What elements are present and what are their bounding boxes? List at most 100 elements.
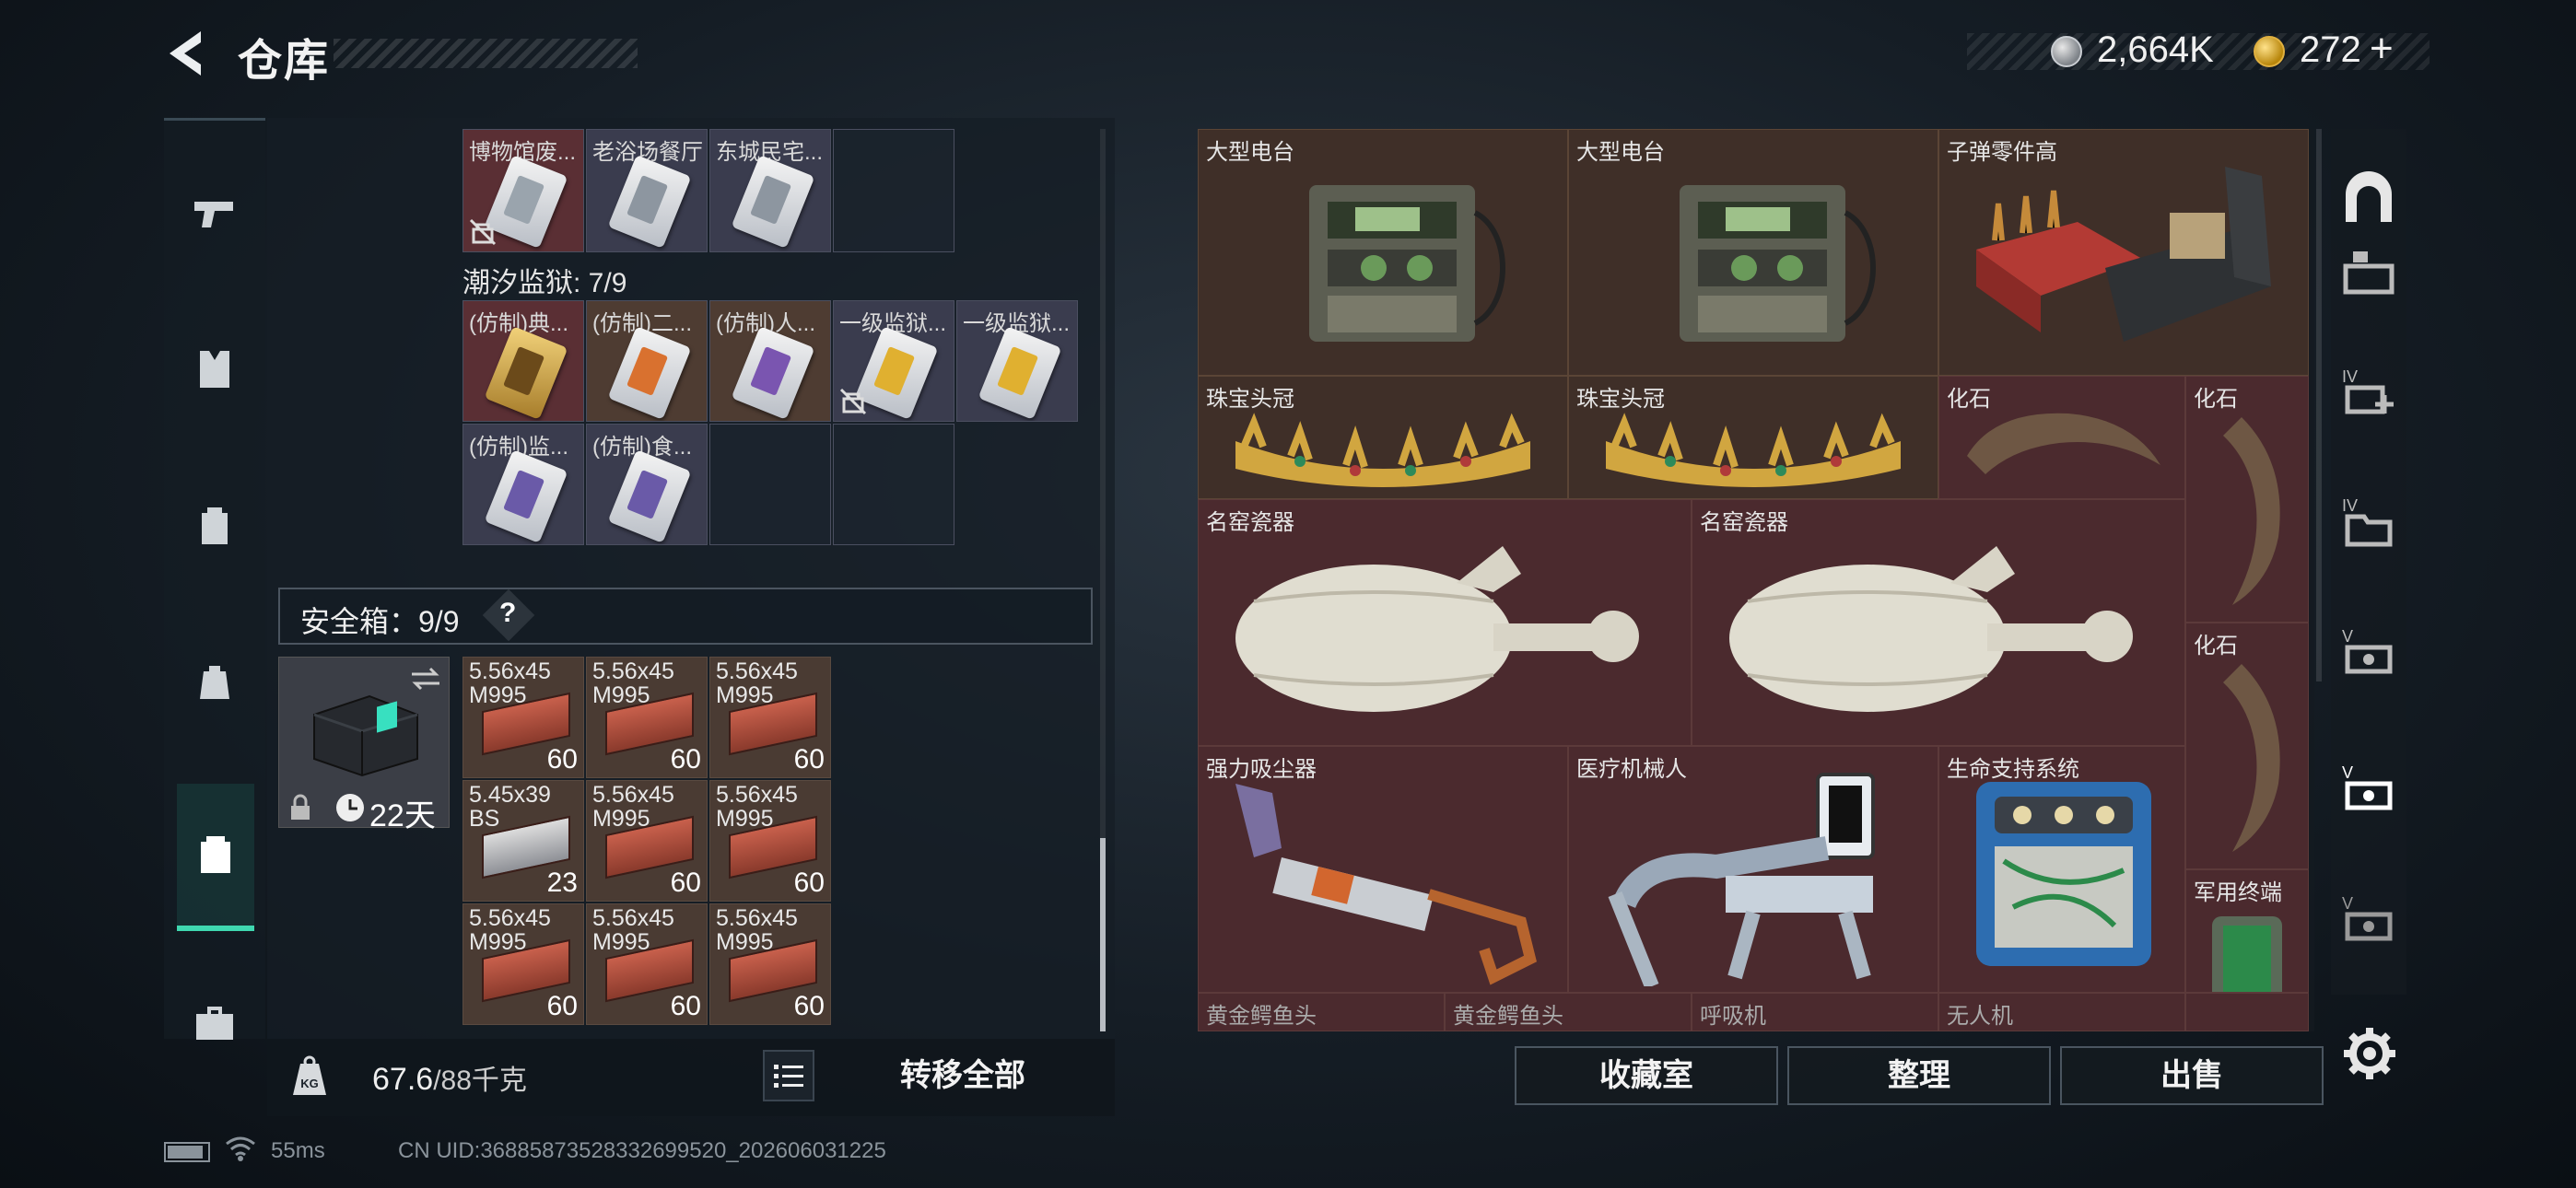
tab-storage-5-alt[interactable]: V: [2336, 886, 2402, 952]
tab-toolbox[interactable]: [164, 949, 265, 1097]
inventory-scrollbar[interactable]: [1100, 838, 1106, 1031]
empty-slot[interactable]: [833, 424, 954, 545]
collection-room-button[interactable]: 收藏室: [1515, 1046, 1778, 1105]
porcelain-vase-icon: [1235, 546, 1639, 712]
keycard-slot[interactable]: 老浴场餐厅: [586, 129, 708, 252]
storage-tab-5-active-icon: V: [2342, 763, 2393, 810]
ammo-slot[interactable]: 5.56x45 M995 60: [709, 903, 831, 1025]
case-duration: 22天: [369, 798, 436, 833]
ammo-slot[interactable]: 5.56x45 M995 60: [709, 780, 831, 902]
stash-item-radio[interactable]: 大型电台: [1568, 129, 1938, 376]
bag-icon: [200, 666, 229, 699]
empty-slot[interactable]: [833, 129, 954, 252]
keycard-slot[interactable]: (仿制)监...: [463, 424, 584, 545]
ammo-count: 60: [670, 991, 701, 1021]
stash-item-ventilator[interactable]: 呼吸机: [1692, 993, 1938, 1031]
keycard-icon: [607, 449, 692, 543]
ammo-count: 60: [546, 991, 578, 1021]
empty-slot[interactable]: [709, 424, 831, 545]
ammo-slot[interactable]: 5.56x45 M995 60: [586, 780, 708, 902]
help-icon[interactable]: ?: [499, 598, 516, 629]
stash-item-fossil[interactable]: 化石: [2185, 623, 2309, 869]
transfer-all-button[interactable]: 转移全部: [866, 1050, 1060, 1101]
ammo-count: 60: [793, 991, 825, 1021]
stash-scrollbar[interactable]: [2316, 129, 2322, 681]
svg-text:KG: KG: [300, 1077, 319, 1090]
gold-coin-icon: [2254, 36, 2285, 67]
tab-safe-case[interactable]: [177, 784, 254, 931]
fossil-claw-icon: [2223, 664, 2280, 852]
tab-storage-4-add[interactable]: IV: [2336, 359, 2402, 425]
svg-text:IV: IV: [2342, 496, 2358, 515]
ammo-caliber: 5.56x45: [469, 658, 551, 684]
tab-storage-1[interactable]: [2336, 239, 2402, 306]
vacuum-cleaner-icon: [1235, 784, 1537, 985]
stash-item-vase[interactable]: 名窑瓷器: [1198, 499, 1692, 746]
list-view-button[interactable]: [763, 1050, 814, 1101]
ammo-type: M995: [469, 929, 527, 955]
stash-item-fossil[interactable]: 化石: [1938, 376, 2185, 499]
clock-icon: [336, 794, 364, 821]
keycard-slot[interactable]: (仿制)人...: [709, 300, 831, 422]
backpack-icon: [202, 507, 228, 544]
tab-backpack[interactable]: [164, 452, 265, 600]
stash-item-medical-robot[interactable]: 医疗机械人: [1568, 746, 1938, 993]
storage-tab-5-icon: V: [2342, 627, 2393, 674]
stash-item-life-support[interactable]: 生命支持系统: [1938, 746, 2185, 993]
sort-button[interactable]: 整理: [1787, 1046, 2051, 1105]
tab-storage-5[interactable]: V: [2336, 619, 2402, 685]
keycard-icon: [731, 155, 815, 249]
ammo-type: M995: [592, 806, 650, 832]
ammo-slot[interactable]: 5.56x45 M995 60: [586, 657, 708, 778]
tab-storage-5-active[interactable]: V: [2336, 755, 2402, 821]
stash-item-crown[interactable]: 珠宝头冠: [1568, 376, 1938, 499]
stash-item-vacuum[interactable]: 强力吸尘器: [1198, 746, 1568, 993]
settings-gear-icon[interactable]: [2340, 1024, 2399, 1083]
carry-weight: 67.6/88千克: [372, 1057, 527, 1098]
keycard-slot[interactable]: 博物馆废...: [463, 129, 584, 252]
svg-text:IV: IV: [2342, 367, 2358, 386]
uid-text: CN UID:36885873528332699520_202606031225: [398, 1138, 886, 1163]
stash-item-radio[interactable]: 大型电台: [1198, 129, 1568, 376]
swap-icon[interactable]: [408, 665, 443, 693]
tab-storage-4[interactable]: IV: [2336, 488, 2402, 554]
ammo-slot[interactable]: 5.56x45 M995 60: [709, 657, 831, 778]
keycard-slot[interactable]: (仿制)食...: [586, 424, 708, 545]
weight-kg-icon: KG: [293, 1055, 326, 1095]
tab-weapons[interactable]: [164, 139, 265, 286]
ammo-slot[interactable]: 5.56x45 M995 60: [463, 657, 584, 778]
stash-item-fossil[interactable]: 化石: [2185, 376, 2309, 623]
tab-armor[interactable]: [164, 296, 265, 443]
gold-keycard-icon: [484, 326, 568, 420]
sell-button[interactable]: 出售: [2060, 1046, 2324, 1105]
keycard-slot[interactable]: (仿制)典...: [463, 300, 584, 422]
stash-item-terminal[interactable]: 军用终端: [2185, 869, 2309, 993]
safe-case-slot[interactable]: 22天: [278, 657, 450, 833]
storage-tab-1-icon: [2343, 251, 2395, 295]
weight-value: 67.6: [372, 1062, 434, 1097]
stash-item-vase[interactable]: 名窑瓷器: [1692, 499, 2185, 746]
stash-item-ammo-parts[interactable]: 子弹零件高: [1938, 129, 2309, 376]
stash-item-croc-head[interactable]: 黄金鳄鱼头: [1445, 993, 1692, 1031]
stash-item-terminal-continued[interactable]: [2185, 993, 2309, 1031]
add-currency-button[interactable]: +: [2370, 26, 2394, 72]
stash-item-croc-head[interactable]: 黄金鳄鱼头: [1198, 993, 1445, 1031]
back-arrow-icon[interactable]: [164, 28, 208, 79]
stash-item-crown[interactable]: 珠宝头冠: [1198, 376, 1568, 499]
stash-item-drone[interactable]: 无人机: [1938, 993, 2185, 1031]
tab-bag[interactable]: [164, 609, 265, 756]
keycard-slot[interactable]: 东城民宅...: [709, 129, 831, 252]
ammo-slot[interactable]: 5.56x45 M995 60: [586, 903, 708, 1025]
tab-vault[interactable]: [2336, 166, 2402, 232]
weight-max: /88千克: [433, 1066, 527, 1096]
ammo-slot[interactable]: 5.56x45 M995 60: [463, 903, 584, 1025]
ammo-caliber: 5.56x45: [716, 905, 798, 931]
keycard-slot[interactable]: 一级监狱...: [956, 300, 1078, 422]
safe-case-icon: [201, 836, 230, 873]
ammo-type: BS: [469, 806, 500, 832]
ammo-slot[interactable]: 5.45x39 BS 23: [463, 780, 584, 902]
keycard-slot[interactable]: (仿制)二...: [586, 300, 708, 422]
ammo-type: M995: [716, 929, 774, 955]
keycard-slot[interactable]: 一级监狱...: [833, 300, 954, 422]
ammo-count: 23: [546, 868, 578, 898]
